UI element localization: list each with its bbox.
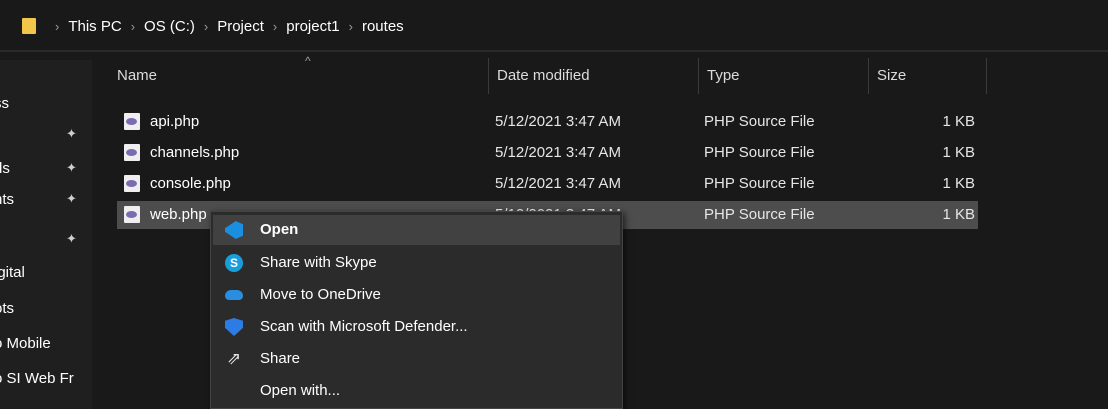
file-name: channels.php (150, 144, 240, 161)
file-name: console.php (150, 175, 231, 192)
menu-item-label: Open (260, 221, 299, 238)
file-name: api.php (150, 113, 200, 130)
file-size: 1 KB (942, 113, 975, 130)
nav-item-label: o Mobile (0, 335, 51, 352)
file-row[interactable]: channels.php 5/12/2021 3:47 AM PHP Sourc… (117, 139, 978, 167)
nav-item-screenshots[interactable]: ots (0, 296, 92, 322)
breadcrumb-routes[interactable]: routes (362, 18, 404, 35)
address-bar[interactable]: › This PC › OS (C:) › Project › project1… (0, 0, 1108, 52)
nav-item-documents[interactable]: nts ✦ (0, 187, 92, 213)
vscode-icon (225, 221, 243, 239)
column-header-size-label: Size (877, 67, 907, 84)
nav-item-mobile[interactable]: o Mobile (0, 331, 92, 357)
breadcrumb-separator[interactable]: › (55, 19, 59, 34)
menu-item-share-with-skype[interactable]: S Share with Skype (213, 248, 620, 278)
php-file-icon (124, 175, 140, 192)
file-type: PHP Source File (704, 206, 815, 223)
nav-item-label: igital (0, 264, 25, 281)
breadcrumb[interactable]: › This PC › OS (C:) › Project › project1… (14, 8, 1108, 44)
pin-icon[interactable]: ✦ (66, 127, 80, 141)
breadcrumb-separator[interactable]: › (273, 19, 277, 34)
nav-item-label: o SI Web Fr (0, 370, 74, 387)
file-row[interactable]: api.php 5/12/2021 3:47 AM PHP Source Fil… (117, 108, 978, 136)
menu-item-label: Scan with Microsoft Defender... (260, 318, 468, 335)
file-date: 5/12/2021 3:47 AM (495, 144, 621, 161)
column-header-name-label: Name (117, 67, 158, 84)
column-header-size[interactable]: Size (869, 58, 987, 94)
column-header-type[interactable]: Type (699, 58, 869, 94)
menu-item-open-with[interactable]: Open with... (213, 376, 620, 406)
breadcrumb-this-pc[interactable]: This PC (68, 18, 121, 35)
php-file-icon (124, 206, 140, 223)
pane-splitter[interactable] (92, 60, 93, 409)
nav-item-quick-access[interactable]: ss (0, 91, 92, 117)
php-file-icon (124, 113, 140, 130)
php-file-icon (124, 144, 140, 161)
address-divider (0, 50, 1108, 52)
menu-item-label: Open with... (260, 382, 341, 399)
file-size: 1 KB (942, 206, 975, 223)
file-size: 1 KB (942, 175, 975, 192)
pin-icon[interactable]: ✦ (66, 192, 80, 206)
folder-icon (22, 18, 36, 34)
nav-item-si-web[interactable]: o SI Web Fr (0, 366, 92, 392)
menu-item-open[interactable]: Open (213, 215, 620, 245)
onedrive-icon (225, 290, 243, 300)
breadcrumb-project[interactable]: Project (217, 18, 264, 35)
file-date: 5/12/2021 3:47 AM (495, 175, 621, 192)
nav-item-downloads[interactable]: ds ✦ (0, 156, 92, 182)
column-header-date-label: Date modified (497, 67, 590, 84)
menu-item-share[interactable]: ⇗ Share (213, 344, 620, 374)
file-row[interactable]: console.php 5/12/2021 3:47 AM PHP Source… (117, 170, 978, 198)
breadcrumb-separator[interactable]: › (131, 19, 135, 34)
column-header-date[interactable]: Date modified (489, 58, 699, 94)
file-type: PHP Source File (704, 144, 815, 161)
file-type: PHP Source File (704, 175, 815, 192)
breadcrumb-project1[interactable]: project1 (286, 18, 339, 35)
nav-item-label: nts (0, 191, 15, 208)
file-type: PHP Source File (704, 113, 815, 130)
nav-item-pictures[interactable]: ✦ (0, 227, 92, 253)
skype-icon: S (225, 254, 243, 272)
menu-item-label: Share (260, 350, 301, 367)
file-name: web.php (150, 206, 207, 223)
context-menu: Open S Share with Skype Move to OneDrive… (210, 211, 623, 409)
nav-item-pinned[interactable]: ✦ (0, 122, 92, 148)
menu-item-label: Share with Skype (260, 254, 377, 271)
breadcrumb-separator[interactable]: › (349, 19, 353, 34)
breadcrumb-separator[interactable]: › (204, 19, 208, 34)
menu-item-move-to-onedrive[interactable]: Move to OneDrive (213, 280, 620, 310)
column-headers: ^ Name Date modified Type Size (93, 54, 1108, 94)
share-icon: ⇗ (226, 349, 242, 368)
file-date: 5/12/2021 3:47 AM (495, 113, 621, 130)
nav-item-label: ds (0, 160, 10, 177)
column-header-name[interactable]: Name (109, 58, 489, 94)
pin-icon[interactable]: ✦ (66, 161, 80, 175)
navigation-pane[interactable]: ss ✦ ds ✦ nts ✦ ✦ igital ots o Mobile o … (0, 60, 92, 409)
menu-item-label: Move to OneDrive (260, 286, 381, 303)
nav-item-label: ots (0, 300, 15, 317)
nav-item-digital[interactable]: igital (0, 260, 92, 286)
column-header-type-label: Type (707, 67, 740, 84)
menu-item-scan-with-defender[interactable]: Scan with Microsoft Defender... (213, 312, 620, 342)
pin-icon[interactable]: ✦ (66, 232, 80, 246)
file-size: 1 KB (942, 144, 975, 161)
nav-item-label: ss (0, 95, 9, 112)
defender-shield-icon (225, 318, 243, 336)
breadcrumb-os-c[interactable]: OS (C:) (144, 18, 195, 35)
